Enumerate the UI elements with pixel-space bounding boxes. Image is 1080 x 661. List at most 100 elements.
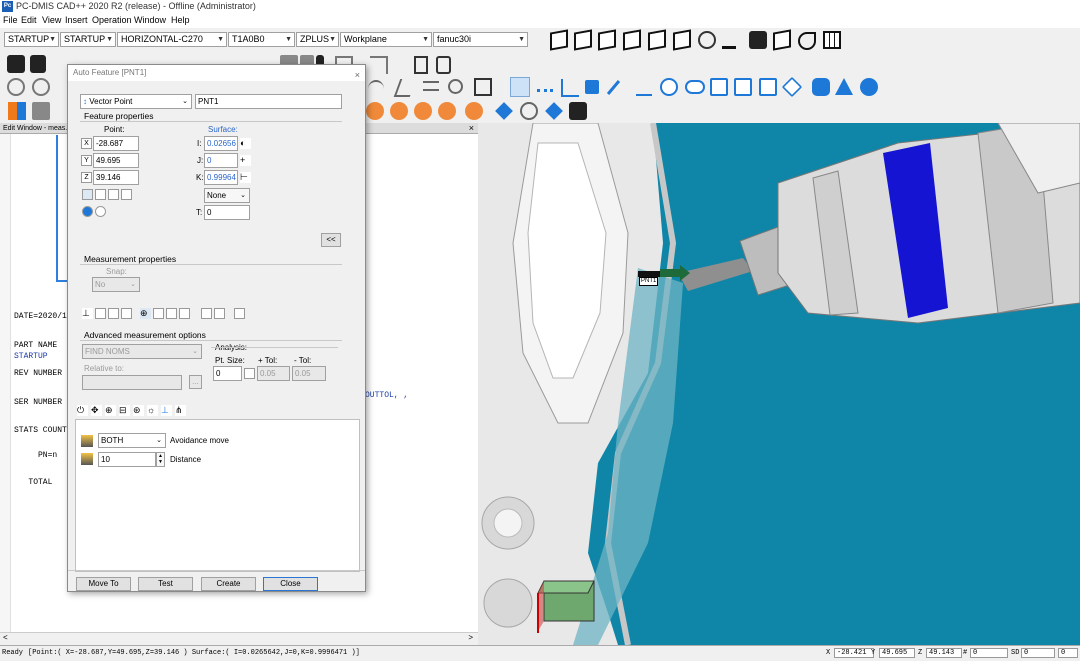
- t-input[interactable]: 0: [204, 205, 250, 220]
- point-option-icon[interactable]: [95, 189, 106, 200]
- feature-type-select[interactable]: ↕ Vector Point ⌄: [80, 94, 192, 109]
- x-input[interactable]: -28.687: [93, 136, 139, 151]
- cad-model-view[interactable]: [478, 123, 1080, 645]
- probe-toolbox-icon[interactable]: [569, 102, 587, 120]
- move-to-button[interactable]: Move To: [76, 577, 131, 591]
- tab-path-icon[interactable]: ⋔: [175, 405, 186, 416]
- measure-option-icon[interactable]: [153, 308, 164, 319]
- cone-icon[interactable]: [835, 78, 853, 95]
- scan-icon[interactable]: [520, 102, 538, 120]
- polygon-icon[interactable]: [759, 78, 777, 96]
- tab-target-icon[interactable]: ⊕: [105, 405, 116, 416]
- tip-combo[interactable]: T1A0B0 ▼: [228, 32, 295, 47]
- grid-icon[interactable]: [823, 31, 841, 49]
- analysis-icon[interactable]: [244, 368, 255, 379]
- i-input[interactable]: 0.02656: [204, 136, 238, 151]
- menu-insert[interactable]: Insert: [65, 15, 88, 25]
- probe-combo[interactable]: HORIZONTAL-C270 ▼: [117, 32, 227, 47]
- dialog-close-icon[interactable]: ×: [355, 67, 360, 83]
- measure-icon[interactable]: [366, 102, 384, 120]
- none-select[interactable]: None ⌄: [204, 188, 250, 203]
- scroll-right-icon[interactable]: >: [468, 633, 473, 642]
- code-continuation[interactable]: OUTTOL, ,: [365, 391, 408, 400]
- code-line[interactable]: TOTAL: [14, 478, 57, 487]
- hexagon-icon[interactable]: [781, 76, 803, 98]
- line-icon[interactable]: [606, 80, 621, 95]
- distance-spinner[interactable]: ▲ ▼: [156, 452, 165, 467]
- target-icon[interactable]: [32, 78, 50, 96]
- find-cad-icon[interactable]: [95, 206, 106, 217]
- arc-icon[interactable]: [368, 80, 384, 98]
- align-icon[interactable]: +: [240, 155, 251, 166]
- angle-icon[interactable]: [393, 79, 417, 97]
- tab-sensor-icon[interactable]: ☼: [147, 405, 158, 416]
- startup-line[interactable]: STARTUP: [14, 352, 48, 361]
- avoidance-select[interactable]: BOTH ⌄: [98, 433, 166, 448]
- slot-icon[interactable]: [685, 80, 705, 94]
- edit-window-close-button[interactable]: ×: [469, 123, 474, 134]
- tab-rotate-icon[interactable]: ⊛: [133, 405, 144, 416]
- find-cad-icon[interactable]: [82, 206, 93, 217]
- y-input[interactable]: 49.695: [93, 153, 139, 168]
- j-input[interactable]: 0: [204, 153, 238, 168]
- probe-icon[interactable]: [7, 55, 25, 73]
- probe-tips-icon[interactable]: [30, 55, 46, 73]
- toolbar-tool-icon[interactable]: [414, 56, 428, 74]
- iso-view-icon[interactable]: [698, 31, 716, 49]
- menu-operation[interactable]: Operation: [92, 15, 132, 25]
- dimension-icon[interactable]: [32, 102, 50, 120]
- tab-probe-icon[interactable]: ⊟: [119, 405, 130, 416]
- code-line[interactable]: REV NUMBER: [14, 369, 67, 379]
- snap-select[interactable]: No ⌄: [92, 277, 140, 292]
- relative-browse-button[interactable]: ...: [189, 375, 202, 389]
- menu-window[interactable]: Window: [134, 15, 166, 25]
- measure-option-icon[interactable]: [214, 308, 225, 319]
- collapse-button[interactable]: <<: [321, 233, 341, 247]
- workplane-combo[interactable]: Workplane ▼: [340, 32, 432, 47]
- square-slot-icon[interactable]: [710, 78, 728, 96]
- cylinder-icon[interactable]: [812, 78, 830, 96]
- feature-name-input[interactable]: PNT1: [195, 94, 342, 109]
- view-combo[interactable]: ZPLUS ▼: [296, 32, 339, 47]
- view-cube-icon[interactable]: [623, 29, 641, 51]
- notch-icon[interactable]: [734, 78, 752, 96]
- feature-label[interactable]: PNT1: [639, 277, 659, 286]
- auto-feature-icon[interactable]: [495, 102, 513, 120]
- circle-icon[interactable]: [660, 78, 678, 96]
- measure-option-icon[interactable]: ⊥: [82, 308, 93, 319]
- menu-help[interactable]: Help: [171, 15, 190, 25]
- pt-size-input[interactable]: 0: [213, 366, 242, 381]
- probe-file-combo[interactable]: STARTUP ▼: [4, 32, 59, 47]
- alignment-combo[interactable]: STARTUP ▼: [60, 32, 116, 47]
- close-button[interactable]: Close: [263, 577, 318, 591]
- scroll-left-icon[interactable]: <: [3, 633, 8, 642]
- measure-option-icon[interactable]: [166, 308, 177, 319]
- number-icon[interactable]: [474, 78, 492, 96]
- measure-icon[interactable]: [414, 102, 432, 120]
- tab-avoidance-icon[interactable]: ⊥: [161, 405, 172, 416]
- program-header-lines[interactable]: DATE=2020/1 PART NAME REV NUMBER SER NUM…: [14, 293, 67, 455]
- measure-option-icon[interactable]: [234, 308, 245, 319]
- probe-view-icon[interactable]: [722, 31, 736, 49]
- view-cube-icon[interactable]: [673, 29, 691, 51]
- sphere-icon[interactable]: [860, 78, 878, 96]
- point-option-icon[interactable]: [82, 189, 93, 200]
- view-cube-icon[interactable]: [648, 29, 666, 51]
- measure-option-icon[interactable]: [108, 308, 119, 319]
- measure-option-icon[interactable]: [179, 308, 190, 319]
- view-cube-icon[interactable]: [598, 29, 616, 51]
- tab-power-icon[interactable]: ⏻: [77, 405, 88, 416]
- measure-option-icon[interactable]: [121, 308, 132, 319]
- solid-view-icon[interactable]: [749, 31, 767, 49]
- distance-input[interactable]: 10: [98, 452, 156, 467]
- create-button[interactable]: Create: [201, 577, 256, 591]
- probe-head-icon[interactable]: [798, 32, 816, 50]
- point-option-icon[interactable]: [121, 189, 132, 200]
- menu-edit[interactable]: Edit: [21, 15, 37, 25]
- menu-view[interactable]: View: [42, 15, 61, 25]
- test-button[interactable]: Test: [138, 577, 193, 591]
- cad-feature-icon[interactable]: [545, 102, 563, 120]
- diameter-icon[interactable]: [448, 79, 463, 94]
- toolbar-tool-icon[interactable]: [370, 56, 388, 74]
- parallel-icon[interactable]: [423, 81, 439, 91]
